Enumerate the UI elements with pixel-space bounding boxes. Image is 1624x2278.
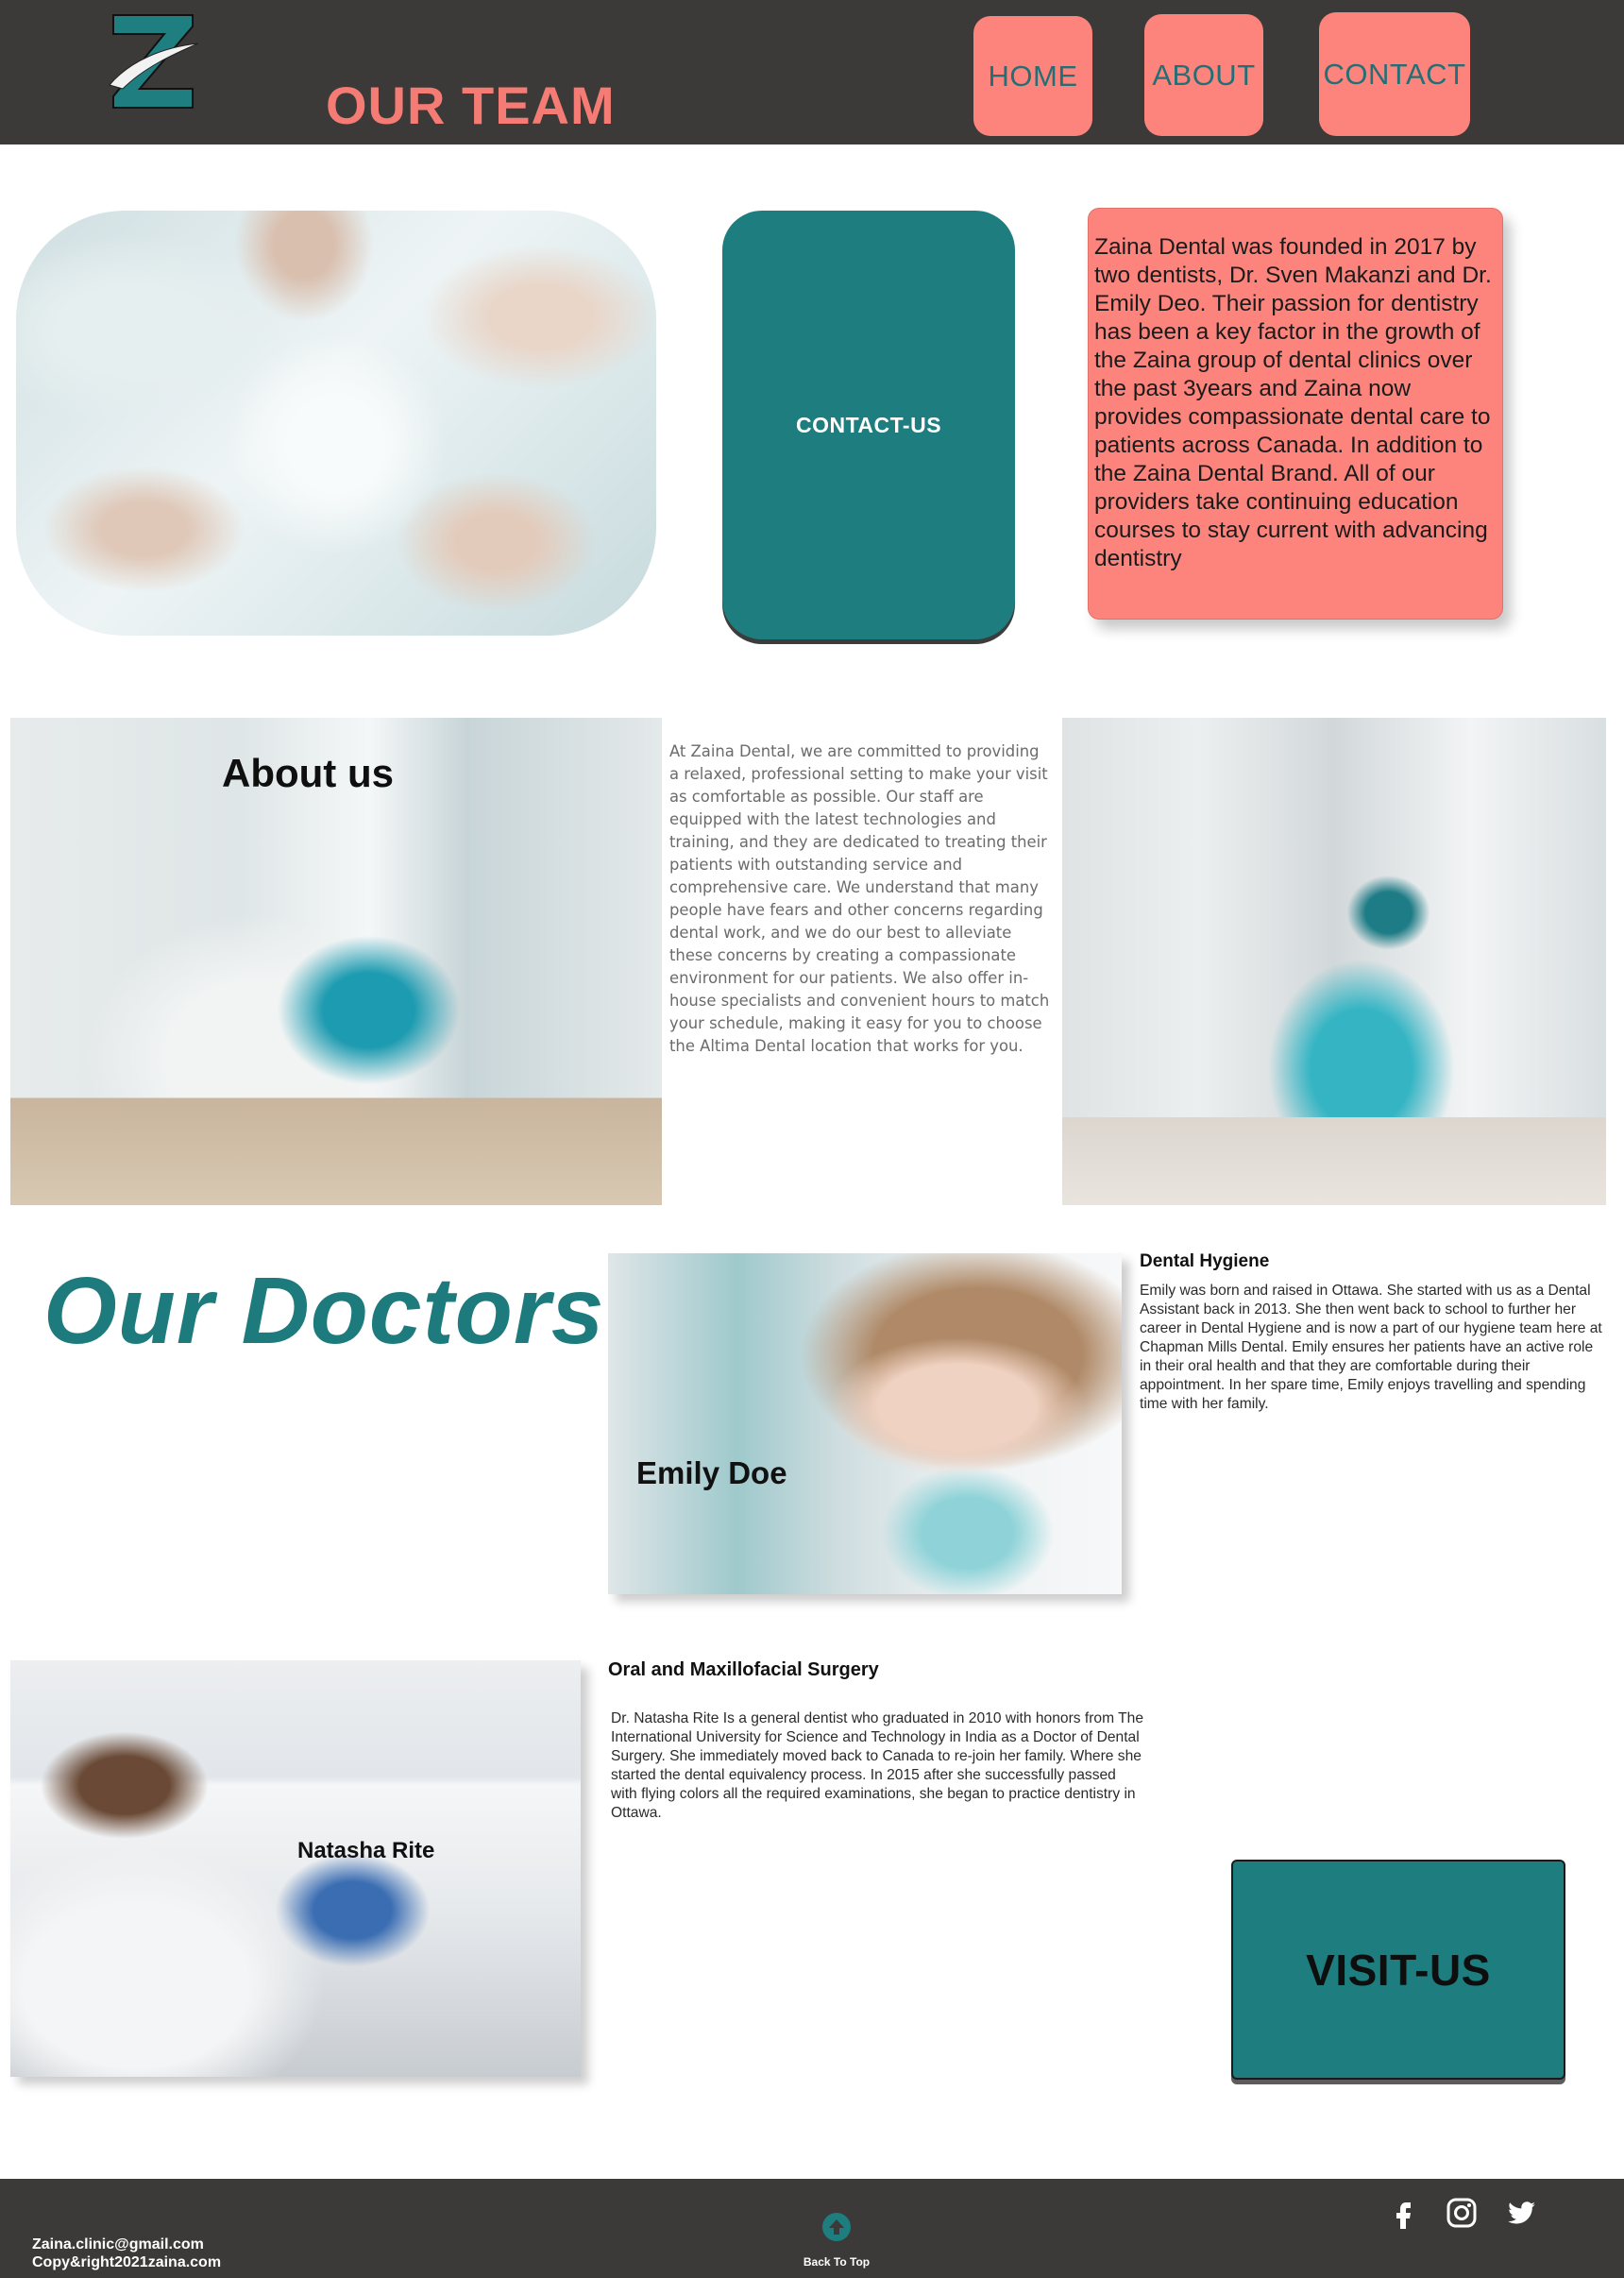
contact-us-button[interactable]: CONTACT-US	[722, 211, 1015, 639]
contact-us-label: CONTACT-US	[795, 412, 942, 437]
emily-bio-text: Emily was born and raised in Ottawa. She…	[1140, 1283, 1602, 1412]
about-us-heading: About us	[222, 751, 394, 795]
back-to-top-label: Back To Top	[803, 2255, 871, 2269]
emily-role-heading: Dental Hygiene	[1140, 1251, 1270, 1271]
nav-contact-button[interactable]: CONTACT	[1319, 12, 1470, 136]
footer-email[interactable]: Zaina.clinic@gmail.com	[32, 2236, 204, 2253]
natasha-rite-name: Natasha Rite	[297, 1838, 435, 1863]
site-header: OUR TEAM HOME ABOUT CONTACT	[0, 0, 1624, 144]
zaina-logo-icon[interactable]	[106, 9, 200, 115]
natasha-role-heading: Oral and Maxillofacial Surgery	[608, 1659, 879, 1680]
facebook-icon[interactable]	[1388, 2197, 1420, 2229]
our-doctors-heading: Our Doctors	[43, 1258, 605, 1364]
back-to-top-button[interactable]: Back To Top	[799, 2212, 874, 2269]
emily-doe-photo	[608, 1253, 1122, 1594]
nav-home-button[interactable]: HOME	[973, 16, 1092, 136]
founded-info-box: Zaina Dental was founded in 2017 by two …	[1088, 208, 1503, 620]
natasha-bio-text: Dr. Natasha Rite Is a general dentist wh…	[611, 1710, 1144, 1821]
footer-copyright: Copy&right2021zaina.com	[32, 2254, 222, 2270]
emily-doe-name: Emily Doe	[636, 1455, 787, 1490]
page-title: OUR TEAM	[326, 76, 616, 135]
visit-us-button[interactable]: VISIT-US	[1231, 1860, 1565, 2080]
twitter-icon[interactable]	[1505, 2197, 1537, 2229]
clinic-room-photo	[1062, 718, 1606, 1205]
about-us-text: At Zaina Dental, we are committed to pro…	[669, 742, 1050, 1055]
instagram-icon[interactable]	[1446, 2197, 1478, 2229]
team-hands-photo	[16, 211, 656, 636]
nav-about-button[interactable]: ABOUT	[1144, 14, 1263, 136]
visit-us-label: VISIT-US	[1306, 1945, 1491, 1995]
natasha-rite-photo	[10, 1660, 581, 2077]
arrow-up-circle-icon	[822, 2213, 851, 2241]
